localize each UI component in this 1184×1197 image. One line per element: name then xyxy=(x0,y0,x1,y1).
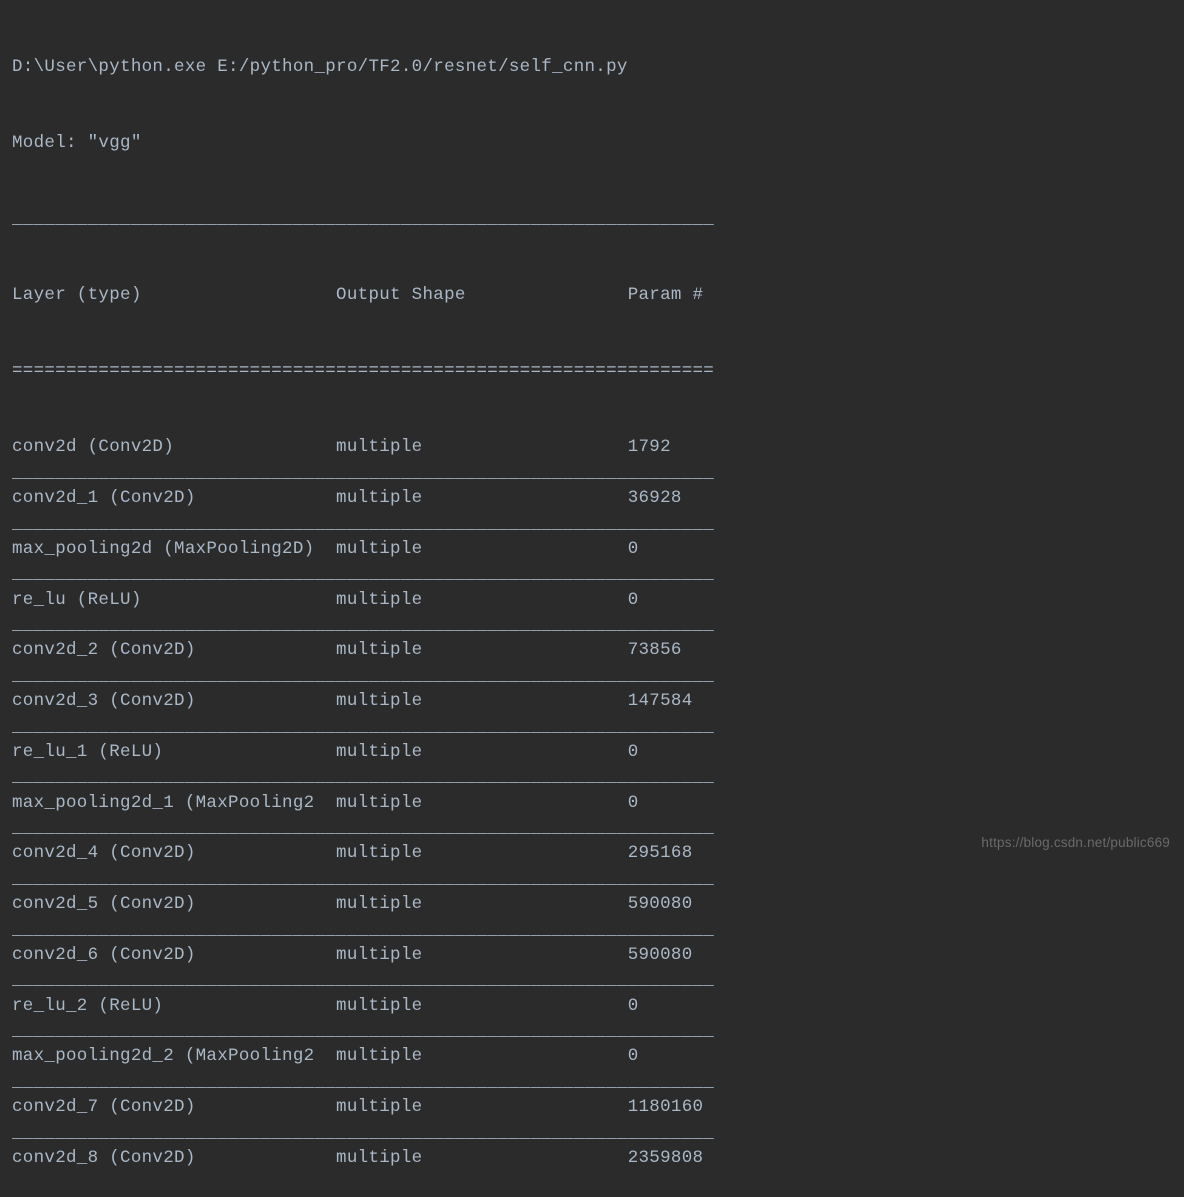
table-row: conv2d_5 (Conv2D) multiple 590080 xyxy=(12,892,1184,917)
separator-thin: ________________________________________… xyxy=(12,461,1184,486)
model-line: Model: "vgg" xyxy=(12,131,1184,156)
separator-thin: ________________________________________… xyxy=(12,512,1184,537)
separator-thick: ========================================… xyxy=(12,359,1184,384)
separator-thin: ________________________________________… xyxy=(12,1019,1184,1044)
separator-thin: ________________________________________… xyxy=(12,918,1184,943)
table-row: re_lu (ReLU) multiple 0 xyxy=(12,588,1184,613)
command-line: D:\User\python.exe E:/python_pro/TF2.0/r… xyxy=(12,55,1184,80)
separator-thin: ________________________________________… xyxy=(12,207,1184,232)
separator-thin: ________________________________________… xyxy=(12,867,1184,892)
table-row: re_lu_1 (ReLU) multiple 0 xyxy=(12,740,1184,765)
separator-thin: ________________________________________… xyxy=(12,1070,1184,1095)
table-row: conv2d_1 (Conv2D) multiple 36928 xyxy=(12,486,1184,511)
separator-thin: ________________________________________… xyxy=(12,1121,1184,1146)
watermark-text: https://blog.csdn.net/public669 xyxy=(981,833,1170,853)
separator-thin: ________________________________________… xyxy=(12,664,1184,689)
table-row: max_pooling2d (MaxPooling2D) multiple 0 xyxy=(12,537,1184,562)
table-row: re_lu_2 (ReLU) multiple 0 xyxy=(12,994,1184,1019)
table-row: conv2d_6 (Conv2D) multiple 590080 xyxy=(12,943,1184,968)
table-row: conv2d_7 (Conv2D) multiple 1180160 xyxy=(12,1095,1184,1120)
table-row: max_pooling2d_2 (MaxPooling2 multiple 0 xyxy=(12,1044,1184,1069)
separator-thin: ________________________________________… xyxy=(12,765,1184,790)
separator-thin: ________________________________________… xyxy=(12,968,1184,993)
table-row: conv2d_3 (Conv2D) multiple 147584 xyxy=(12,689,1184,714)
separator-thin: ________________________________________… xyxy=(12,562,1184,587)
table-row: conv2d_8 (Conv2D) multiple 2359808 xyxy=(12,1146,1184,1171)
separator-thin: ________________________________________… xyxy=(12,715,1184,740)
table-header: Layer (type) Output Shape Param # xyxy=(12,283,1184,308)
separator-thin: ________________________________________… xyxy=(12,613,1184,638)
terminal-output: D:\User\python.exe E:/python_pro/TF2.0/r… xyxy=(12,4,1184,1197)
table-row: conv2d_2 (Conv2D) multiple 73856 xyxy=(12,638,1184,663)
table-row: max_pooling2d_1 (MaxPooling2 multiple 0 xyxy=(12,791,1184,816)
table-row: conv2d (Conv2D) multiple 1792 xyxy=(12,435,1184,460)
table-body: conv2d (Conv2D) multiple 1792___________… xyxy=(12,435,1184,1171)
